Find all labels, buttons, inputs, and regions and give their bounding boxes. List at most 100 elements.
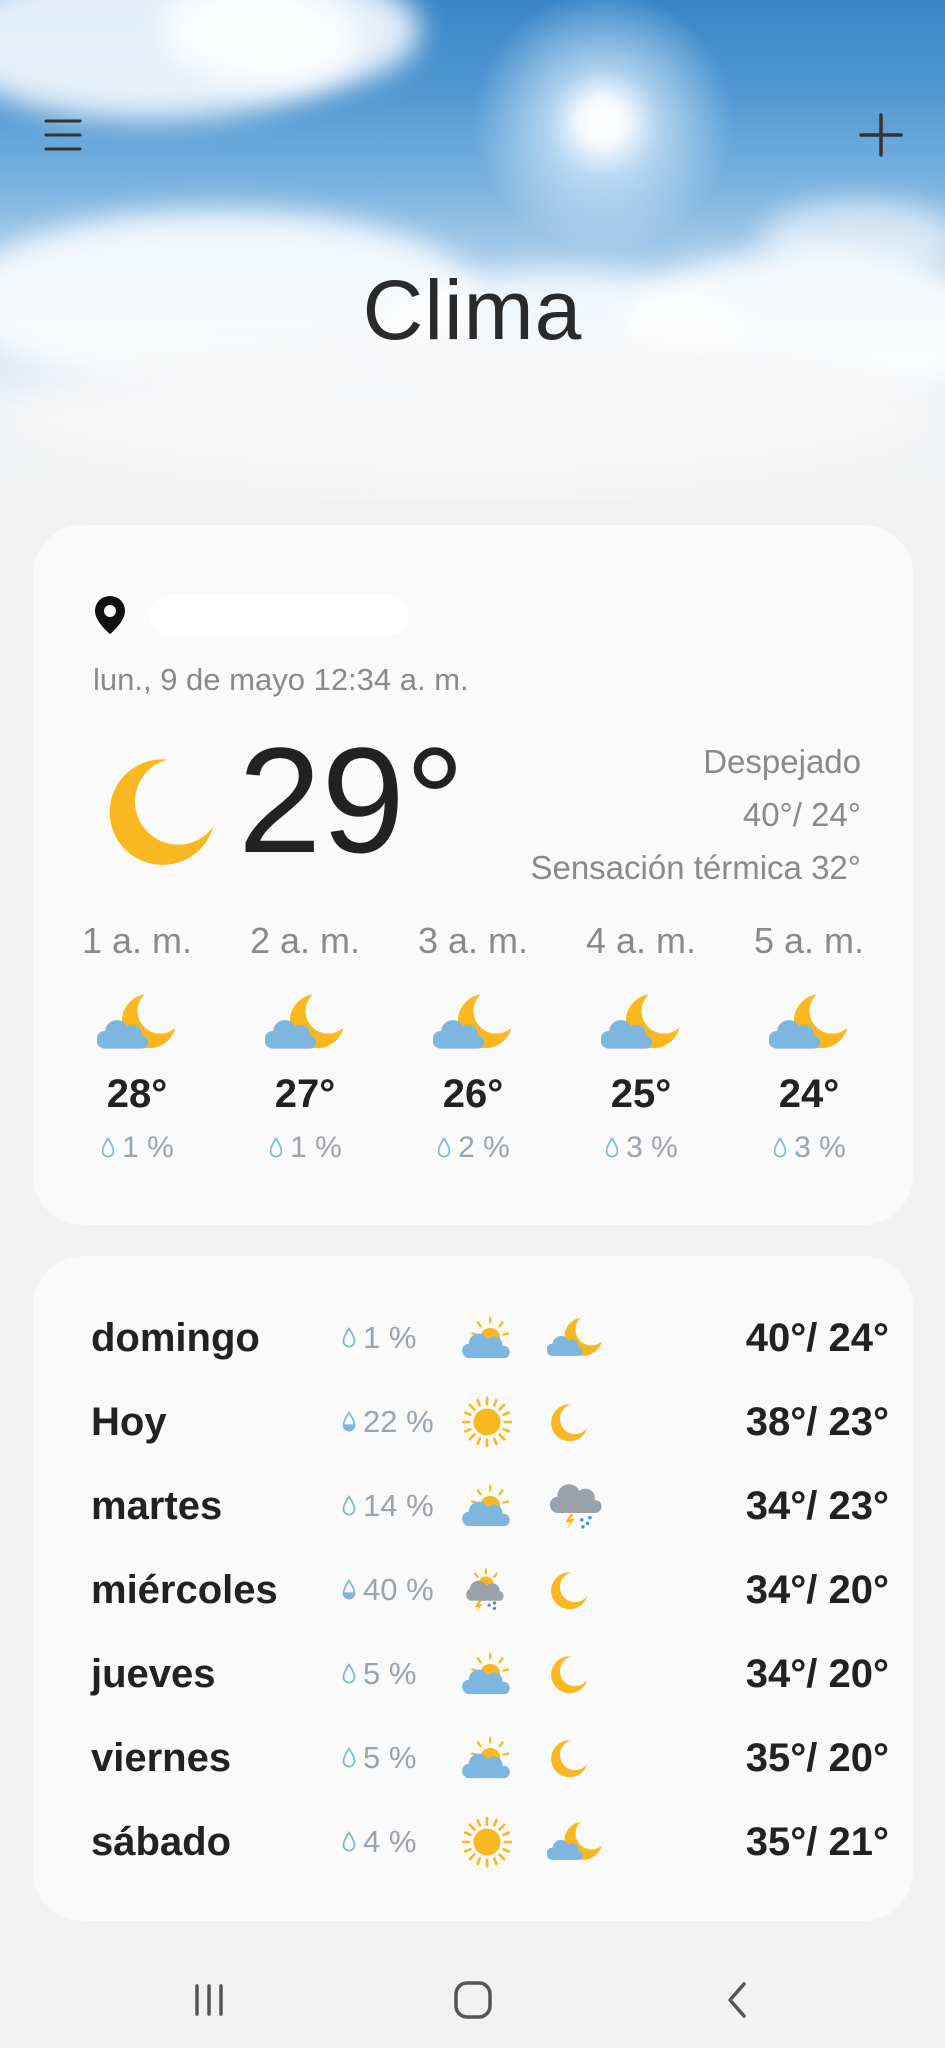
hour-precip: 1 % [268,1131,342,1165]
day-precip-value: 4 % [363,1824,417,1859]
current-high-low: 40°/ 24° [742,796,861,833]
hour-label: 3 a. m. [417,920,529,961]
moon-cloud-icon [547,1315,603,1361]
hourly-item: 3 a. m. 26° 2 % [389,920,557,1165]
moon-icon [98,750,218,870]
hour-temp: 25° [610,1072,672,1116]
current-temperature: 29° [238,716,465,884]
hour-temp: 27° [274,1072,336,1116]
home-button[interactable] [438,1972,508,2028]
day-precip: 22 % [341,1404,461,1440]
hour-precip-value: 3 % [794,1131,846,1164]
sky-background [0,0,945,500]
current-feels-like: Sensación térmica 32° [530,849,861,886]
drop-icon [341,1327,357,1349]
daily-row[interactable]: viernes 5 % 35°/ 20° [91,1728,891,1788]
day-name: martes [91,1483,223,1528]
day-name: domingo [91,1315,260,1360]
day-temps: 40°/ 24° [745,1315,889,1360]
location-row [93,595,409,635]
page-title: Clima [362,263,583,357]
current-weather-card[interactable]: lun., 9 de mayo 12:34 a. m. 29° Despejad… [33,525,913,1225]
day-temps: 34°/ 20° [745,1567,889,1612]
day-precip: 5 % [341,1656,461,1692]
thunderstorm-icon [547,1482,605,1530]
moon-icon [547,1401,589,1443]
hamburger-menu-icon [44,119,82,151]
day-temps: 35°/ 21° [745,1819,889,1864]
hour-precip: 1 % [100,1131,174,1165]
hour-temp: 28° [106,1072,168,1116]
day-precip-value: 5 % [363,1740,417,1775]
location-name [149,595,409,635]
hour-precip: 2 % [436,1131,510,1165]
current-details: Despejado 40°/ 24° Sensación térmica 32° [530,735,861,894]
day-temps: 34°/ 20° [745,1651,889,1696]
hour-precip: 3 % [772,1131,846,1165]
day-precip-value: 40 % [363,1572,434,1607]
moon-cloud-icon [265,988,345,1058]
day-precip: 5 % [341,1740,461,1776]
moon-icon [547,1737,589,1779]
drop-icon [436,1137,452,1159]
hour-precip-value: 1 % [290,1131,342,1164]
drop-icon [100,1137,116,1159]
hour-precip: 3 % [604,1131,678,1165]
hour-label: 5 a. m. [753,920,865,961]
sun-cloud-icon [461,1483,517,1529]
drop-icon [772,1137,788,1159]
back-button[interactable] [703,1972,773,2028]
day-precip-value: 1 % [363,1320,417,1355]
day-precip-value: 22 % [363,1404,434,1439]
day-precip: 1 % [341,1320,461,1356]
hour-precip-value: 2 % [458,1131,510,1164]
sun-cloud-icon [461,1735,517,1781]
navigation-bar [0,1950,945,2048]
day-precip-value: 5 % [363,1656,417,1691]
sun-cloud-icon [461,1651,517,1697]
daily-row[interactable]: miércoles 40 % 34°/ 20° [91,1560,891,1620]
hour-temp: 24° [778,1072,840,1116]
daily-row[interactable]: sábado 4 % 35°/ 21° [91,1812,891,1872]
recent-apps-button[interactable] [174,1972,244,2028]
current-condition: Despejado [703,743,861,780]
hour-label: 4 a. m. [585,920,697,961]
day-name: miércoles [91,1567,278,1612]
recent-apps-icon [195,1984,223,2016]
day-temps: 35°/ 20° [745,1735,889,1780]
location-pin-icon [95,596,125,634]
sun-icon [461,1816,513,1868]
day-precip-value: 14 % [363,1488,434,1523]
hourly-item: 2 a. m. 27° 1 % [221,920,389,1165]
hour-temp: 26° [442,1072,504,1116]
sun-cloud-icon [461,1315,517,1361]
daily-row[interactable]: Hoy 22 % 38°/ 23° [91,1392,891,1452]
drop-icon [268,1137,284,1159]
day-precip: 40 % [341,1572,461,1608]
menu-button[interactable] [28,100,98,170]
hour-precip-value: 3 % [626,1131,678,1164]
plus-icon [859,113,903,157]
daily-row[interactable]: jueves 5 % 34°/ 20° [91,1644,891,1704]
hourly-item: 5 a. m. 24° 3 % [725,920,893,1165]
hourly-item: 4 a. m. 25° 3 % [557,920,725,1165]
drop-icon [604,1137,620,1159]
daily-forecast-card[interactable]: domingo 1 % 40°/ 24° Hoy 22 % 38°/ 23° m… [33,1256,913,1921]
drop-icon [341,1663,357,1685]
home-icon [454,1981,492,2019]
moon-cloud-icon [547,1819,603,1865]
current-datetime: lun., 9 de mayo 12:34 a. m. [93,662,469,697]
back-icon [728,1982,746,2018]
daily-row[interactable]: domingo 1 % 40°/ 24° [91,1308,891,1368]
day-temps: 38°/ 23° [745,1399,889,1444]
hour-precip-value: 1 % [122,1131,174,1164]
moon-cloud-icon [769,988,849,1058]
add-location-button[interactable] [846,100,916,170]
hour-label: 2 a. m. [249,920,361,961]
daily-row[interactable]: martes 14 % 34°/ 23° [91,1476,891,1536]
moon-cloud-icon [601,988,681,1058]
day-name: jueves [91,1651,216,1696]
drop-icon [341,1831,357,1853]
drop-half-icon [341,1411,357,1433]
day-name: viernes [91,1735,232,1780]
